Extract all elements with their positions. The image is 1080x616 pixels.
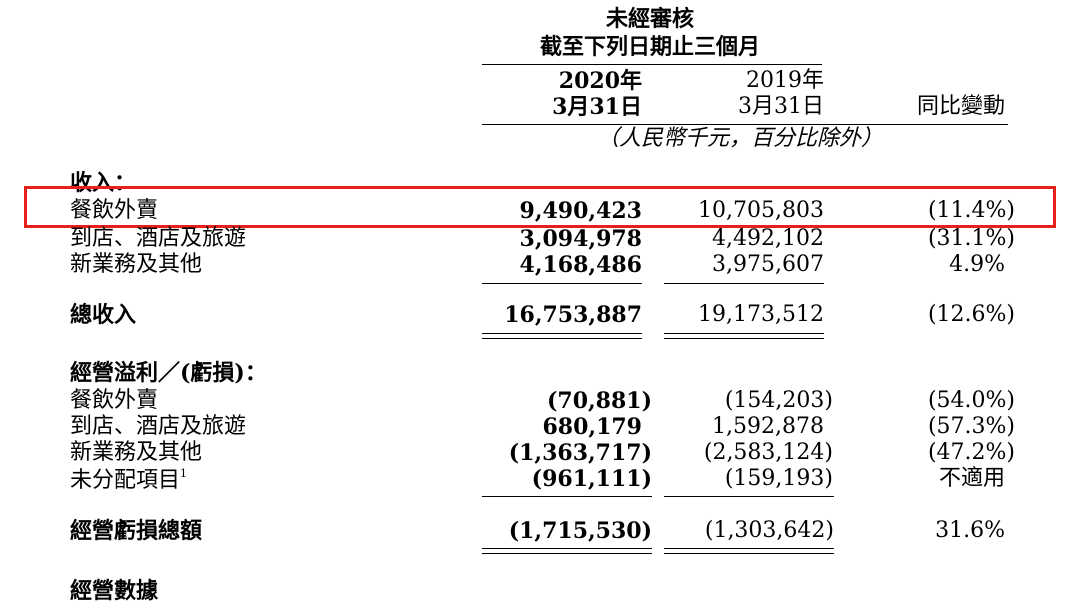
revenue-subtotal-rule [664, 283, 824, 284]
operating-total-yoy: 31.6% [935, 518, 1005, 543]
col-2020-date: 3月31日 [552, 94, 642, 120]
operating-row-2020: (1,363,717) [508, 440, 652, 466]
operating-row-2020: (961,111) [531, 466, 652, 492]
operating-row-label: 到店、酒店及旅遊 [70, 414, 247, 439]
operating-row-label: 新業務及其他 [70, 440, 203, 465]
col-2020-year: 2020年 [558, 68, 642, 94]
operating-total-2020: (1,715,530) [508, 518, 652, 544]
operating-total-double-rule [664, 553, 834, 554]
operating-data-heading: 經營數據 [70, 578, 159, 604]
operating-subtotal-rule [482, 496, 652, 497]
revenue-subtotal-rule [482, 283, 642, 284]
operating-total-2019: (1,303,642) [704, 518, 834, 543]
operating-row-2020: (70,881) [546, 388, 652, 414]
col-2019-date: 3月31日 [738, 94, 824, 119]
operating-row-yoy: (54.0%) [927, 388, 1015, 413]
revenue-row-2020: 4,168,486 [519, 252, 642, 278]
revenue-row-yoy: 4.9% [949, 252, 1005, 277]
revenue-total-yoy: (12.6%) [927, 302, 1015, 327]
operating-row-yoy: (57.3%) [927, 414, 1015, 439]
revenue-total-label: 總收入 [70, 302, 137, 328]
footnote-marker: 1 [180, 467, 188, 480]
operating-total-double-rule [482, 548, 652, 549]
operating-total-double-rule [482, 553, 652, 554]
col-yoy-header: 同比變動 [916, 94, 1005, 119]
revenue-row-yoy: (31.1%) [927, 226, 1015, 251]
header-title-period: 截至下列日期止三個月 [539, 34, 760, 60]
revenue-row-label: 餐飲外賣 [70, 198, 159, 223]
revenue-row-2019: 3,975,607 [712, 252, 824, 277]
operating-row-yoy: 不適用 [938, 466, 1005, 491]
revenue-total-2019: 19,173,512 [698, 302, 824, 327]
revenue-row-2020: 9,490,423 [519, 198, 642, 224]
operating-row-2019: (154,203) [724, 388, 833, 413]
revenue-row-2020: 3,094,978 [519, 226, 642, 252]
revenue-row-yoy: (11.4%) [927, 198, 1015, 223]
header-rule-bottom [482, 124, 1008, 125]
revenue-row-label: 新業務及其他 [70, 252, 203, 277]
operating-row-2019: 1,592,878 [712, 414, 824, 439]
revenue-total-double-rule [482, 333, 642, 334]
operating-row-label: 未分配項目1 [70, 468, 187, 492]
operating-row-2019: (2,583,124) [703, 440, 833, 465]
revenue-row-label: 到店、酒店及旅遊 [70, 226, 247, 251]
operating-total-label: 經營虧損總額 [70, 518, 203, 544]
operating-row-2020: 680,179 [542, 414, 642, 440]
revenue-total-2020: 16,753,887 [504, 302, 642, 328]
operating-heading: 經營溢利／(虧損)： [70, 360, 267, 386]
operating-total-double-rule [664, 548, 834, 549]
header-rule-top [482, 64, 822, 65]
revenue-total-double-rule [664, 333, 824, 334]
revenue-total-double-rule [664, 338, 824, 339]
operating-row-2019: (159,193) [724, 466, 833, 491]
operating-row-label: 餐飲外賣 [70, 388, 159, 413]
revenue-row-2019: 10,705,803 [698, 198, 824, 223]
header-title-unaudited: 未經審核 [605, 6, 694, 32]
operating-subtotal-rule [664, 496, 834, 497]
operating-row-yoy: (47.2%) [927, 440, 1015, 465]
unit-note: （人民幣千元，百分比除外） [596, 126, 883, 151]
col-2019-year: 2019年 [746, 68, 824, 93]
revenue-row-2019: 4,492,102 [712, 226, 824, 251]
revenue-total-double-rule [482, 338, 642, 339]
operating-row-label-text: 未分配項目 [70, 468, 181, 493]
